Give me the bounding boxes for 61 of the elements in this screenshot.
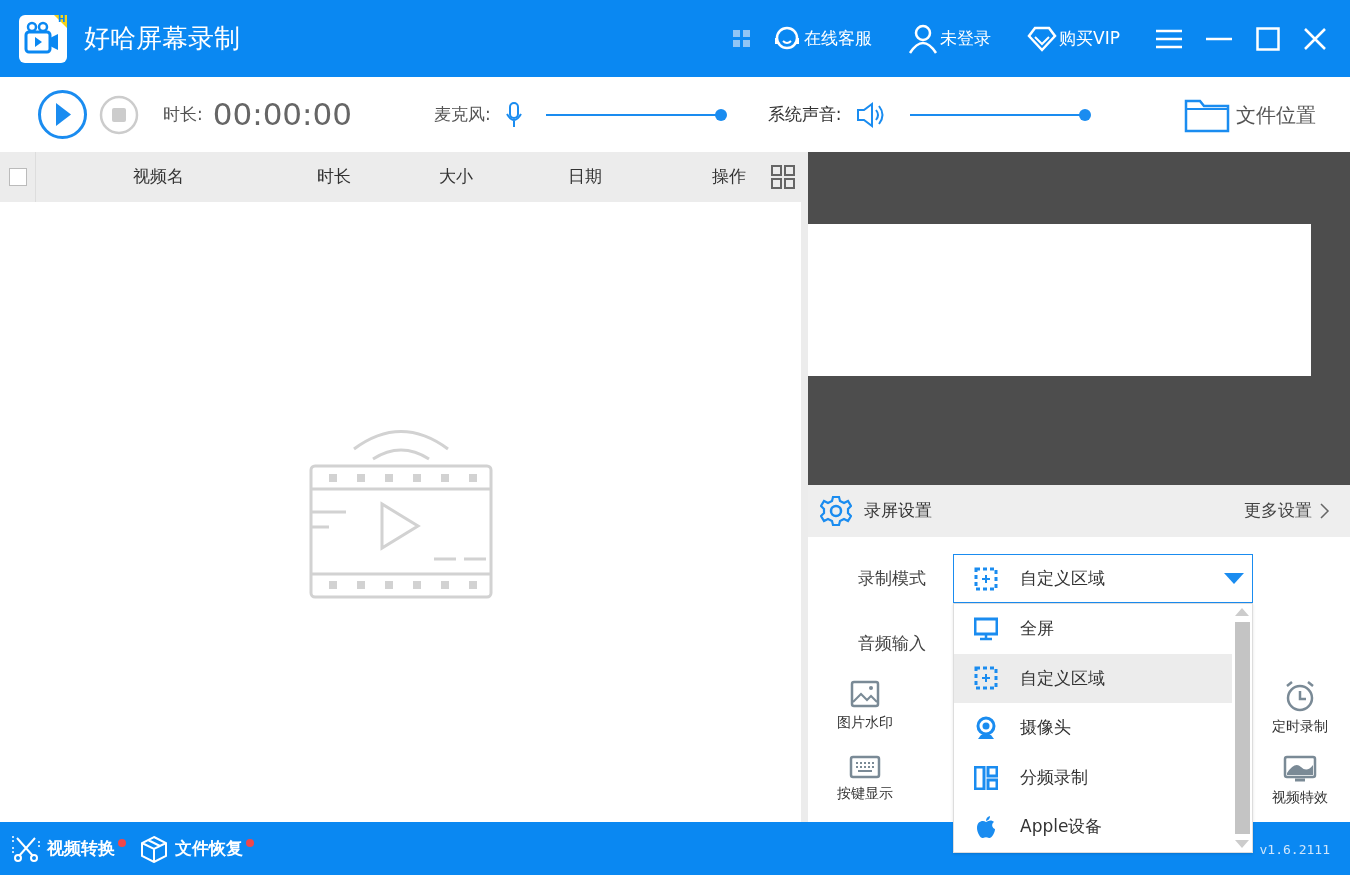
column-header: 时长 [315,165,352,189]
footer-link[interactable]: 文件恢复 [140,834,254,863]
settings-icon [820,495,852,527]
record-mode-dropdown[interactable]: 自定义区域 [953,554,1253,603]
tool-button[interactable]: 视频特效 [1272,787,1328,808]
header-link[interactable]: 未登录 [940,25,992,52]
grid-view-icon[interactable] [771,165,795,189]
volume-slider[interactable] [907,108,1089,121]
slider-thumb[interactable] [714,108,727,121]
dropdown-arrow-icon [1224,572,1244,585]
split-layout-icon [974,765,998,790]
select-all-checkbox[interactable] [9,168,27,186]
qr-code-icon[interactable] [733,30,751,47]
monitor-icon [974,616,998,641]
image-icon [850,680,880,708]
alarm-clock-icon [1284,680,1316,712]
column-header: 日期 [567,165,603,189]
header-link[interactable]: 在线客服 [804,25,873,52]
monitor-icon [1283,755,1317,783]
header-link[interactable]: 购买VIP [1059,25,1120,52]
scrollbar-thumb[interactable] [1234,622,1250,834]
scissors-icon [12,834,40,863]
duration-value: 00:00:00 [212,95,352,135]
maximize-icon[interactable] [1256,26,1280,51]
folder-button[interactable]: 文件位置 [1184,96,1316,133]
chevron-right-icon [1320,503,1330,519]
dashed-region-icon [974,566,998,591]
close-icon[interactable] [1304,27,1326,50]
speaker-icon[interactable] [855,100,886,129]
mic-label: 麦克风: [433,102,491,126]
microphone-icon[interactable] [504,101,523,128]
dropdown-option[interactable]: 全屏 [954,604,1232,654]
tool-button[interactable]: 定时录制 [1272,716,1328,737]
keyboard-icon [849,755,881,779]
dropdown-option[interactable]: Apple设备 [954,802,1232,852]
column-header: 视频名 [132,165,185,189]
version-text: v1.6.2111 [1259,840,1330,859]
dashed-region-icon [974,666,998,691]
app-title: 好哈屏幕录制 [84,22,240,55]
apple-icon [974,815,998,840]
user-icon [908,23,939,54]
duration-label: 时长: [163,102,203,126]
system-sound-label: 系统声音: [767,102,842,126]
field-label: 音频输入 [858,632,926,655]
settings-title: 录屏设置 [864,499,932,523]
more-settings-link[interactable]: 更多设置 [1244,498,1330,524]
column-header: 大小 [438,165,474,189]
menu-icon[interactable] [1156,27,1182,50]
slider-thumb[interactable] [1079,108,1092,121]
box-icon [140,834,168,863]
footer-link[interactable]: 视频转换 [12,834,126,863]
tool-button[interactable]: 按键显示 [837,783,893,804]
badge-text: H [58,13,66,26]
field-label: 录制模式 [858,566,927,590]
tool-button[interactable]: 图片水印 [837,712,893,733]
dropdown-option[interactable]: 自定义区域 [954,653,1232,704]
folder-label: 文件位置 [1236,101,1316,129]
play-button[interactable] [37,89,88,140]
webcam-icon [974,716,998,740]
column-header: 操作 [711,165,747,189]
app-logo-icon [18,13,70,64]
